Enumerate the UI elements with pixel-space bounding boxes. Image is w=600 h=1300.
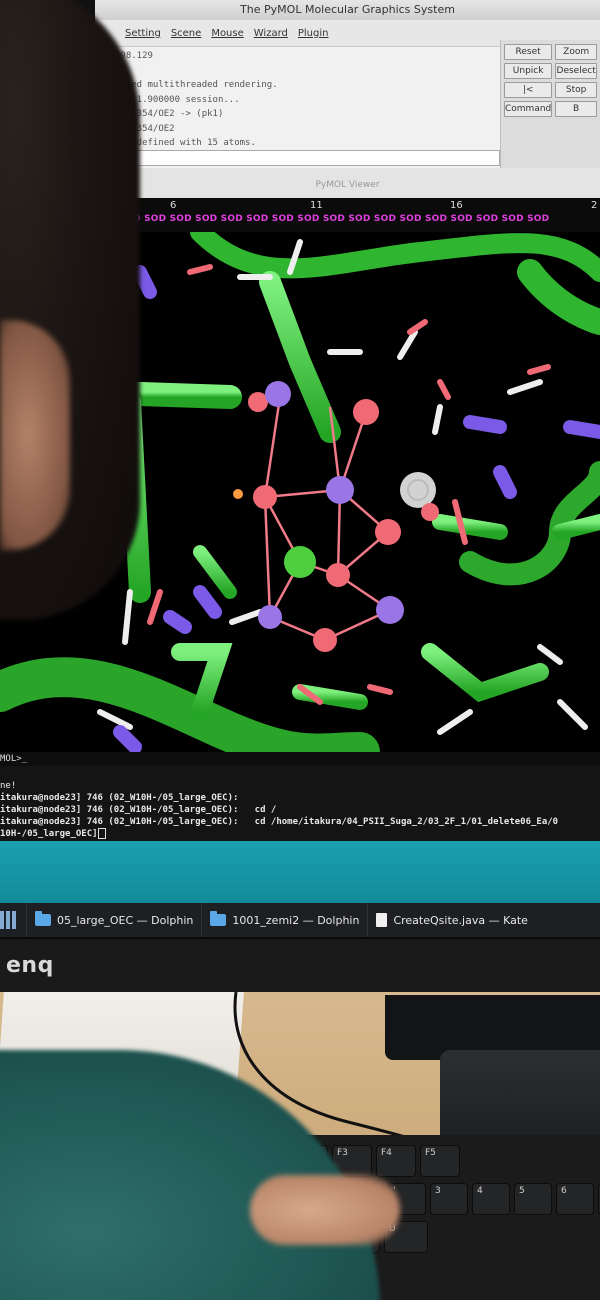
button-panel: Reset Zoom Unpick Deselect |< Stop Comma…	[500, 40, 600, 168]
taskbar-item-label: CreateQsite.java — Kate	[393, 913, 528, 927]
window-title: The PyMOL Molecular Graphics System	[95, 0, 600, 20]
seq-number: 11	[310, 200, 323, 211]
menu-plugin[interactable]: Plugin	[298, 28, 329, 39]
taskbar-item-label: 05_large_OEC — Dolphin	[57, 913, 194, 927]
console-line: le" defined with 15 atoms.	[115, 138, 256, 148]
keyboard-key[interactable]: 4	[472, 1183, 510, 1215]
sequence-residues[interactable]: SOD SOD SOD SOD SOD SOD SOD SOD SOD SOD …	[93, 214, 549, 224]
photo-scene: The PyMOL Molecular Graphics System Sett…	[0, 0, 600, 1300]
stop-button[interactable]: Stop	[555, 82, 597, 98]
keyboard-key[interactable]: 3	[430, 1183, 468, 1215]
file-icon	[376, 913, 388, 927]
taskbar: 05_large_OEC — Dolphin 1001_zemi2 — Dolp…	[0, 903, 600, 937]
menu-wizard[interactable]: Wizard	[254, 28, 288, 39]
command-input[interactable]	[100, 150, 500, 166]
seq-number: 16	[450, 200, 463, 211]
keyboard-key[interactable]: F5	[420, 1145, 460, 1177]
terminal-line: itakura@node23] 746 (02_W10H-/05_large_O…	[0, 805, 277, 815]
sequence-numbers: 6 11 16 2	[95, 200, 600, 212]
taskbar-launcher[interactable]	[0, 903, 26, 937]
monitor-brand-logo: enq	[6, 953, 54, 978]
terminal-prompt: 10H-/05_large_OEC]	[0, 829, 98, 839]
menu-setting[interactable]: Setting	[125, 28, 161, 39]
person-ear	[0, 320, 70, 550]
selection-marker-orange	[233, 489, 243, 499]
console-line: GLU`354/OE2	[115, 123, 175, 134]
terminal-line: ne!	[0, 781, 17, 791]
rewind-button[interactable]: |<	[504, 82, 553, 98]
desktop-background	[0, 841, 600, 903]
reset-button[interactable]: Reset	[504, 44, 553, 60]
terminal-line: 10H-/05_large_OEC]	[0, 828, 600, 840]
command-button[interactable]: Command	[504, 101, 553, 117]
pager-icon	[0, 911, 18, 929]
console-line: abled multithreaded rendering.	[115, 80, 278, 90]
folder-icon	[35, 911, 51, 926]
console-line: GLU`354/OE2 -> (pk1)	[115, 109, 224, 119]
menu-mouse[interactable]: Mouse	[211, 28, 243, 39]
seq-number: 6	[170, 200, 177, 211]
unpick-button[interactable]: Unpick	[504, 63, 553, 79]
keyboard-key[interactable]: 5	[514, 1183, 552, 1215]
keyboard-key[interactable]: F4	[376, 1145, 416, 1177]
taskbar-item-05-large-oec[interactable]: 05_large_OEC — Dolphin	[26, 903, 201, 937]
console-line: 398.129	[115, 51, 153, 61]
console-line: ion 1.900000 session...	[115, 94, 240, 105]
folder-icon	[210, 911, 227, 926]
selection-marker	[400, 472, 439, 521]
person-hand	[250, 1175, 400, 1245]
calcium-atom	[284, 546, 316, 578]
console-line: e.	[115, 64, 500, 79]
menu-scene[interactable]: Scene	[171, 28, 202, 39]
monitor-bezel: enq	[0, 937, 600, 994]
b-button[interactable]: B	[555, 101, 597, 117]
sequence-bar[interactable]: 6 11 16 2 SOD SOD SOD SOD SOD SOD SOD SO…	[93, 198, 600, 232]
seq-number: 2	[591, 200, 598, 211]
viewer-title: PyMOL Viewer	[95, 168, 600, 198]
keyboard-key[interactable]: 6	[556, 1183, 594, 1215]
terminal-cursor	[97, 828, 106, 839]
terminal-line: itakura@node23] 746 (02_W10H-/05_large_O…	[0, 817, 559, 827]
taskbar-item-createqsite[interactable]: CreateQsite.java — Kate	[367, 903, 535, 937]
taskbar-item-1001-zemi2[interactable]: 1001_zemi2 — Dolphin	[201, 903, 367, 937]
terminal-line: itakura@node23] 746 (02_W10H-/05_large_O…	[0, 793, 239, 803]
deselect-button[interactable]: Deselect	[555, 63, 597, 79]
terminal-window[interactable]: ne! itakura@node23] 746 (02_W10H-/05_larg…	[0, 766, 600, 841]
taskbar-item-label: 1001_zemi2 — Dolphin	[232, 913, 360, 927]
zoom-button[interactable]: Zoom	[555, 44, 597, 60]
pymol-command-line[interactable]: MOL>_	[0, 752, 600, 766]
